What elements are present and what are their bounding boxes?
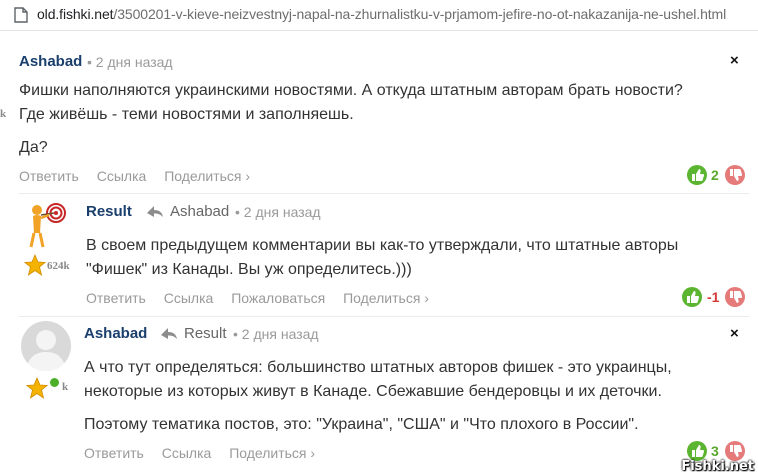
share-link[interactable]: Поделиться › xyxy=(229,445,315,461)
comment-author[interactable]: Ashabad xyxy=(84,325,147,342)
thumbs-up-icon xyxy=(692,169,704,182)
comment-text-line: В своем предыдущем комментарии вы как-то… xyxy=(86,237,679,254)
comment-score: 3 xyxy=(711,443,719,459)
user-silhouette-icon xyxy=(26,330,66,371)
reply-arrow-icon xyxy=(161,328,177,339)
comment-text-line: Да? xyxy=(19,139,48,156)
thumbs-down-icon xyxy=(730,168,742,181)
share-link[interactable]: Поделиться › xyxy=(343,290,429,306)
comment-text-line: А что тут определяться: большинство штат… xyxy=(84,359,672,376)
author-rating: 624k xyxy=(47,260,70,272)
comment-time[interactable]: • 2 дня назад xyxy=(235,204,321,220)
comment-text-line: некоторые из которых живут в Канаде. Сбе… xyxy=(84,383,662,400)
star-icon xyxy=(24,254,46,276)
reply-to-author[interactable]: Result xyxy=(184,325,227,342)
vote-up-button[interactable] xyxy=(687,441,707,461)
vote-up-button[interactable] xyxy=(682,287,702,307)
report-link[interactable]: Пожаловаться xyxy=(231,290,325,306)
divider xyxy=(19,193,749,194)
star-icon xyxy=(26,377,48,399)
author-rating: k xyxy=(0,108,7,120)
page-info-icon[interactable] xyxy=(14,7,28,23)
vote-up-button[interactable] xyxy=(687,165,707,185)
address-bar[interactable]: old.fishki.net/3500201-v-kieve-neizvestn… xyxy=(0,0,758,31)
comment-body: А что тут определяться: большинство штат… xyxy=(84,356,748,437)
reply-link[interactable]: Ответить xyxy=(84,445,144,461)
comment-text-line: Фишки наполняются украинскими новостями.… xyxy=(19,82,683,99)
watermark: Fishki.net xyxy=(681,459,754,474)
comment-score: 2 xyxy=(711,167,719,183)
permalink-link[interactable]: Ссылка xyxy=(97,168,147,184)
reply-arrow-icon xyxy=(147,206,163,217)
reply-to-author[interactable]: Ashabad xyxy=(170,203,229,220)
comment-time[interactable]: • 2 дня назад xyxy=(87,54,173,70)
thumbs-up-icon xyxy=(687,291,699,304)
comment-author[interactable]: Ashabad xyxy=(19,53,82,70)
comment-text-line: Поэтому тематика постов, это: "Украина",… xyxy=(84,416,639,433)
comment-body: Фишки наполняются украинскими новостями.… xyxy=(19,79,739,160)
permalink-link[interactable]: Ссылка xyxy=(164,290,214,306)
url-domain: old.fishki.net xyxy=(37,6,114,22)
divider xyxy=(19,316,749,317)
thumbs-down-icon xyxy=(730,444,742,457)
comment-text-line: Где живёшь - теми новостями и заполняешь… xyxy=(19,106,354,123)
share-link[interactable]: Поделиться › xyxy=(164,168,250,184)
reply-link[interactable]: Ответить xyxy=(86,290,146,306)
vote-down-button[interactable] xyxy=(725,441,745,461)
vote-down-button[interactable] xyxy=(725,287,745,307)
close-icon[interactable]: × xyxy=(730,325,739,342)
comment-actions: Ответить Ссылка Пожаловаться Поделиться … xyxy=(86,290,443,306)
url-text[interactable]: old.fishki.net/3500201-v-kieve-neizvestn… xyxy=(37,6,726,22)
comment-score: -1 xyxy=(707,289,720,305)
comment-actions: Ответить Ссылка Поделиться › xyxy=(19,168,264,184)
comment-text-line: "Фишек" из Канады. Вы уж определитесь.))… xyxy=(86,261,412,278)
online-status-icon xyxy=(50,378,59,387)
reply-link[interactable]: Ответить xyxy=(19,168,79,184)
vote-down-button[interactable] xyxy=(725,165,745,185)
permalink-link[interactable]: Ссылка xyxy=(162,445,212,461)
comment-author[interactable]: Result xyxy=(86,203,132,220)
comment-actions: Ответить Ссылка Поделиться › xyxy=(84,445,329,461)
thumbs-down-icon xyxy=(730,290,742,303)
url-path: /3500201-v-kieve-neizvestnyj-napal-na-zh… xyxy=(113,6,727,22)
comment-body: В своем предыдущем комментарии вы как-то… xyxy=(86,234,746,282)
close-icon[interactable]: × xyxy=(730,52,739,69)
avatar-archer[interactable] xyxy=(23,199,69,249)
author-rating: k xyxy=(62,381,69,393)
thumbs-up-icon xyxy=(692,445,704,458)
avatar-default[interactable] xyxy=(21,321,71,371)
comment-time[interactable]: • 2 дня назад xyxy=(233,326,319,342)
